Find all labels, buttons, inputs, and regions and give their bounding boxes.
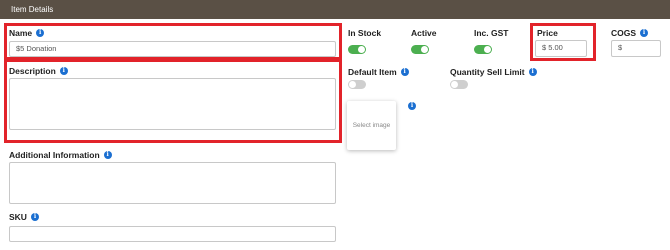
highlight-price-box — [530, 23, 596, 61]
default-item-label: Default Item i — [348, 67, 409, 77]
highlight-name-box — [4, 23, 342, 60]
in-stock-label-text: In Stock — [348, 28, 382, 38]
toggle-knob — [484, 46, 491, 53]
additional-information-label: Additional Information i — [9, 150, 112, 160]
default-item-toggle[interactable] — [348, 80, 366, 89]
quantity-sell-limit-label: Quantity Sell Limit i — [450, 67, 537, 77]
info-icon[interactable]: i — [30, 213, 39, 221]
active-toggle[interactable] — [411, 45, 429, 54]
cogs-label: COGS i — [611, 28, 649, 38]
cogs-input[interactable]: $ — [611, 40, 661, 57]
inc-gst-label: Inc. GST — [474, 28, 508, 38]
inc-gst-toggle[interactable] — [474, 45, 492, 54]
cogs-label-text: COGS — [611, 28, 637, 38]
info-icon[interactable]: i — [103, 151, 112, 159]
info-icon[interactable]: i — [640, 29, 649, 37]
toggle-knob — [421, 46, 428, 53]
sku-label-text: SKU — [9, 212, 27, 222]
info-icon[interactable]: i — [400, 68, 409, 76]
active-label-text: Active — [411, 28, 437, 38]
default-item-label-text: Default Item — [348, 67, 397, 77]
in-stock-toggle[interactable] — [348, 45, 366, 54]
panel-header: Item Details — [0, 0, 670, 19]
sku-input[interactable] — [9, 226, 336, 242]
info-icon[interactable]: i — [528, 68, 537, 76]
info-icon[interactable]: i — [408, 102, 416, 110]
image-placeholder-text: Select image — [352, 122, 391, 129]
additional-information-textarea[interactable] — [9, 162, 336, 204]
toggle-knob — [349, 81, 356, 88]
inc-gst-label-text: Inc. GST — [474, 28, 509, 38]
toggle-knob — [451, 81, 458, 88]
highlight-description-box — [4, 59, 342, 143]
additional-information-label-text: Additional Information — [9, 150, 100, 160]
active-label: Active — [411, 28, 437, 38]
image-picker[interactable]: Select image — [347, 101, 396, 150]
cogs-input-value: $ — [618, 43, 623, 52]
toggle-knob — [358, 46, 365, 53]
in-stock-label: In Stock — [348, 28, 381, 38]
quantity-sell-limit-toggle[interactable] — [450, 80, 468, 89]
sku-label: SKU i — [9, 212, 39, 222]
panel-title: Item Details — [11, 5, 54, 14]
quantity-sell-limit-label-text: Quantity Sell Limit — [450, 67, 525, 77]
